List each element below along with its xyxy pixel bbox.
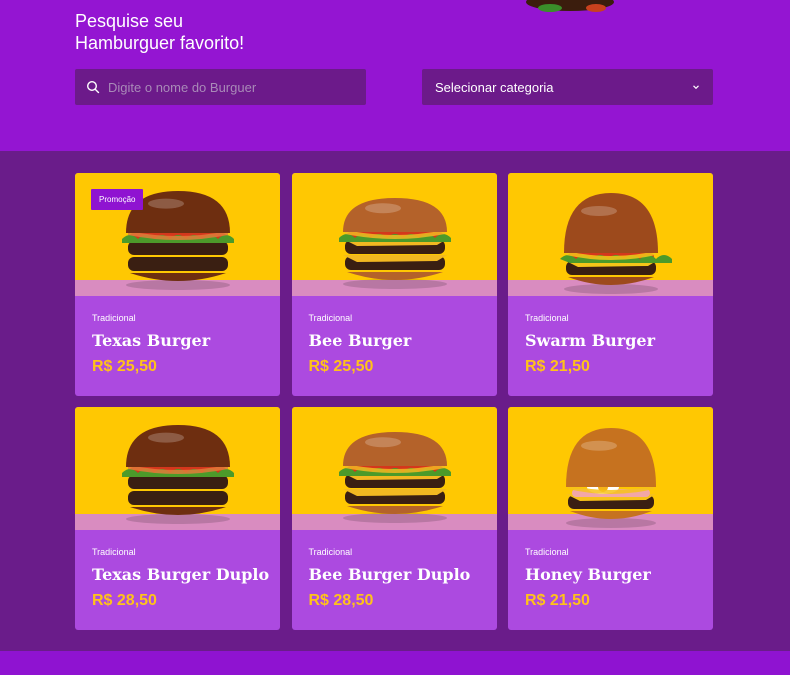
- product-card[interactable]: Tradicional Texas Burger Duplo R$ 28,50: [75, 407, 280, 630]
- product-price: R$ 25,50: [92, 358, 157, 375]
- hero-burger-image: [526, 0, 614, 12]
- search-input[interactable]: [108, 69, 366, 105]
- product-name: Texas Burger Duplo: [92, 565, 270, 584]
- product-category: Tradicional: [308, 313, 353, 323]
- products-section: Promoção Tradicional Texas Burger R$ 25,…: [0, 151, 790, 651]
- product-price: R$ 28,50: [92, 592, 157, 609]
- product-card[interactable]: Tradicional Honey Burger R$ 21,50: [508, 407, 713, 630]
- product-price: R$ 28,50: [308, 592, 374, 609]
- hero-title-line2: Hamburguer favorito!: [75, 33, 245, 53]
- product-category: Tradicional: [92, 313, 136, 323]
- category-select[interactable]: Selecionar categoria: [422, 69, 713, 105]
- product-name: Texas Burger: [92, 331, 211, 350]
- chevron-down-icon: [692, 83, 700, 91]
- product-card[interactable]: Tradicional Swarm Burger R$ 21,50: [508, 173, 713, 396]
- product-price: R$ 25,50: [308, 358, 374, 375]
- product-grid: Promoção Tradicional Texas Burger R$ 25,…: [75, 173, 713, 630]
- search-box[interactable]: [75, 69, 366, 105]
- product-category: Tradicional: [525, 313, 569, 323]
- hero-title: Pesquise seu Hamburguer favorito!: [75, 10, 375, 54]
- product-category: Tradicional: [92, 547, 136, 557]
- product-image-area: [75, 407, 280, 530]
- hero-section: Pesquise seu Hamburguer favorito! Seleci…: [0, 0, 790, 151]
- product-card[interactable]: Tradicional Bee Burger R$ 25,50: [291, 173, 497, 396]
- burger-image: [560, 193, 672, 294]
- product-category: Tradicional: [308, 547, 353, 557]
- product-price: R$ 21,50: [525, 358, 590, 375]
- product-card[interactable]: Tradicional Bee Burger Duplo R$ 28,50: [291, 407, 497, 630]
- product-name: Honey Burger: [525, 565, 651, 584]
- product-card[interactable]: Promoção Tradicional Texas Burger R$ 25,…: [75, 173, 280, 396]
- product-category: Tradicional: [525, 547, 569, 557]
- burger-image: [566, 428, 656, 528]
- footer-band: [0, 651, 790, 675]
- product-name: Bee Burger: [308, 331, 412, 350]
- product-image-area: [508, 407, 713, 530]
- product-image-area: [291, 407, 497, 530]
- product-image-area: [291, 173, 497, 296]
- product-name: Bee Burger Duplo: [308, 565, 471, 584]
- search-icon: [86, 80, 100, 94]
- promo-badge: Promoção: [91, 189, 144, 210]
- hero-title-line1: Pesquise seu: [75, 11, 184, 31]
- burger-image: [338, 432, 451, 523]
- burger-image: [338, 198, 451, 289]
- burger-image: [122, 425, 234, 524]
- product-price: R$ 21,50: [525, 592, 590, 609]
- product-name: Swarm Burger: [525, 331, 656, 350]
- product-image-area: [508, 173, 713, 296]
- category-select-value: Selecionar categoria: [435, 79, 554, 95]
